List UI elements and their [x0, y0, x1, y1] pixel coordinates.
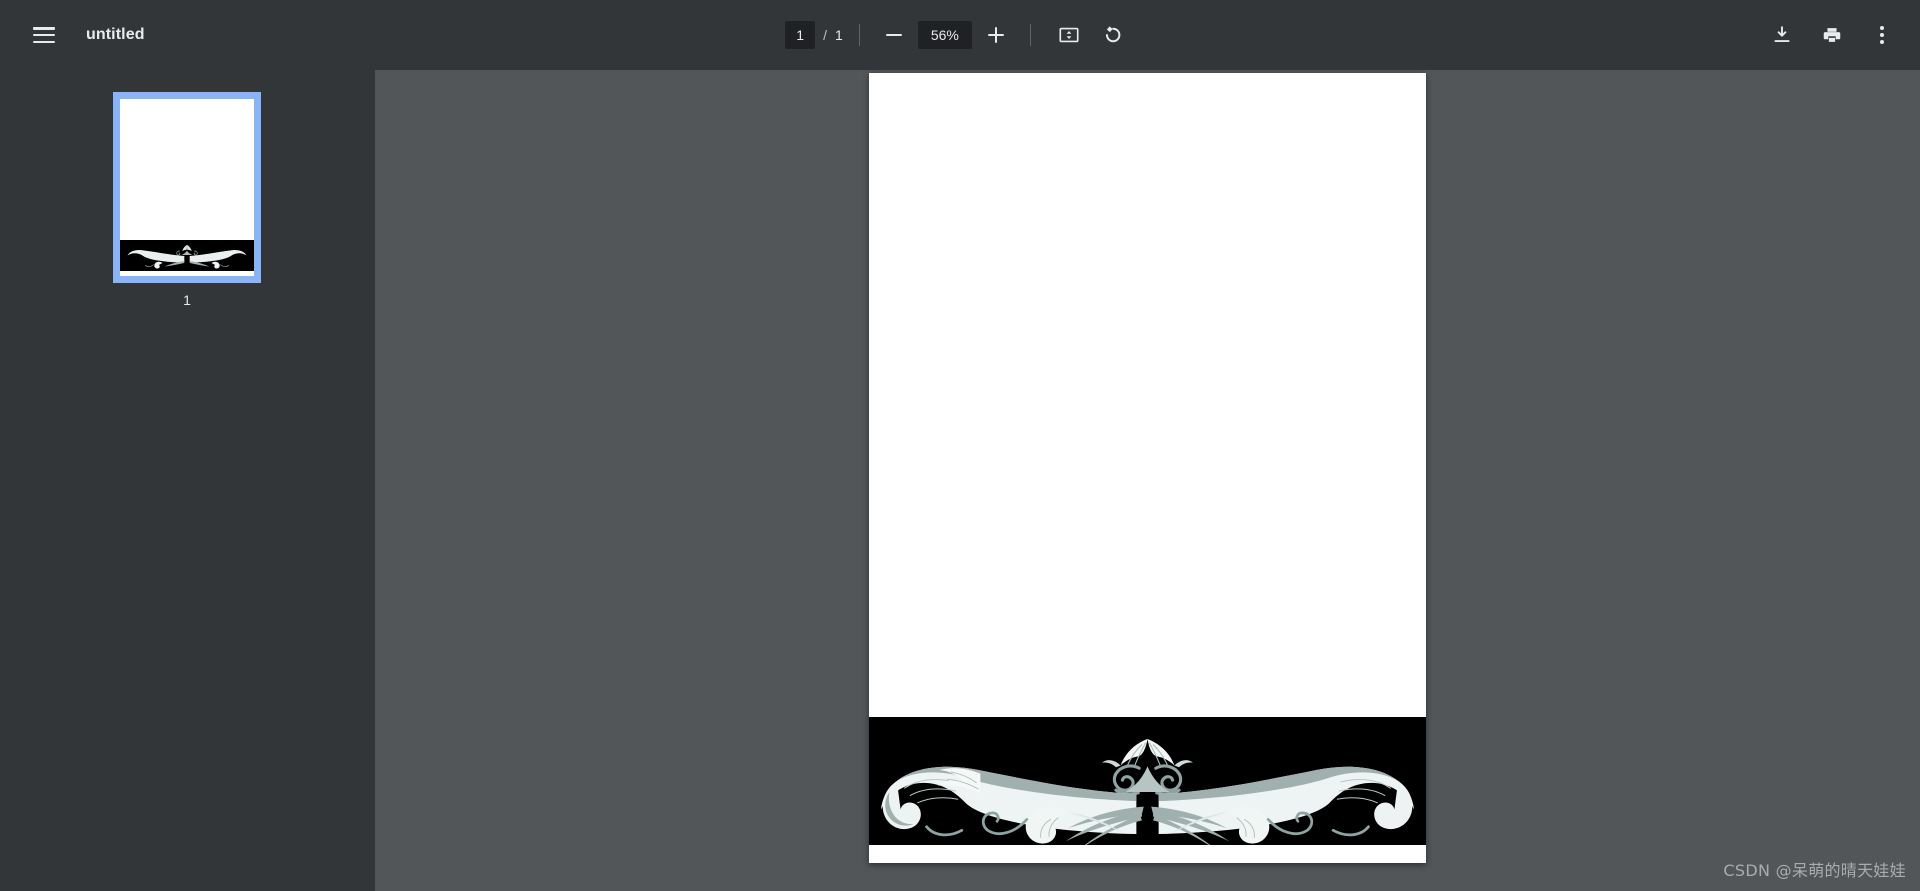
toolbar-left-group: untitled — [0, 13, 145, 57]
pdf-viewer-toolbar: untitled / 1 56% — [0, 0, 1920, 70]
zoom-out-button[interactable] — [876, 17, 912, 53]
fit-to-page-icon — [1059, 27, 1079, 43]
page-thumbnail-1[interactable] — [113, 92, 261, 283]
ornament-svg-main — [869, 717, 1426, 845]
hamburger-menu-icon — [33, 27, 55, 43]
thumbnail-sidebar[interactable]: 1 — [0, 70, 375, 891]
download-icon — [1774, 26, 1790, 43]
plus-icon — [987, 27, 1004, 43]
toolbar-right-group — [1760, 13, 1904, 57]
more-options-button[interactable] — [1860, 13, 1904, 57]
toolbar-center-group: / 1 56% — [0, 13, 1920, 57]
print-button[interactable] — [1810, 13, 1854, 57]
ornament-svg-thumb — [120, 240, 254, 271]
fit-to-page-button[interactable] — [1047, 13, 1091, 57]
floral-flourish-ornament-thumbnail — [120, 240, 254, 271]
zoom-in-button[interactable] — [978, 17, 1014, 53]
rotate-counterclockwise-button[interactable] — [1091, 13, 1135, 57]
page-number-input[interactable] — [785, 21, 816, 49]
minus-icon — [885, 33, 902, 37]
more-options-kebab-icon — [1880, 26, 1884, 44]
floral-flourish-ornament — [869, 717, 1426, 845]
print-icon — [1823, 28, 1841, 42]
watermark-text: CSDN @呆萌的晴天娃娃 — [1723, 861, 1906, 880]
toolbar-divider-1 — [858, 24, 860, 46]
pdf-page-viewer[interactable] — [375, 70, 1920, 891]
rotate-counterclockwise-icon — [1105, 26, 1121, 43]
document-title: untitled — [86, 26, 145, 43]
download-button[interactable] — [1760, 13, 1804, 57]
zoom-level-display[interactable]: 56% — [917, 21, 972, 49]
thumbnail-item[interactable]: 1 — [113, 92, 261, 308]
toolbar-divider-2 — [1029, 24, 1031, 46]
pdf-page-1 — [869, 73, 1426, 863]
sidebar-toggle-button[interactable] — [22, 13, 66, 57]
thumbnail-page-label: 1 — [183, 292, 191, 308]
page-total-count: 1 — [835, 27, 843, 43]
page-separator: / — [823, 27, 828, 43]
